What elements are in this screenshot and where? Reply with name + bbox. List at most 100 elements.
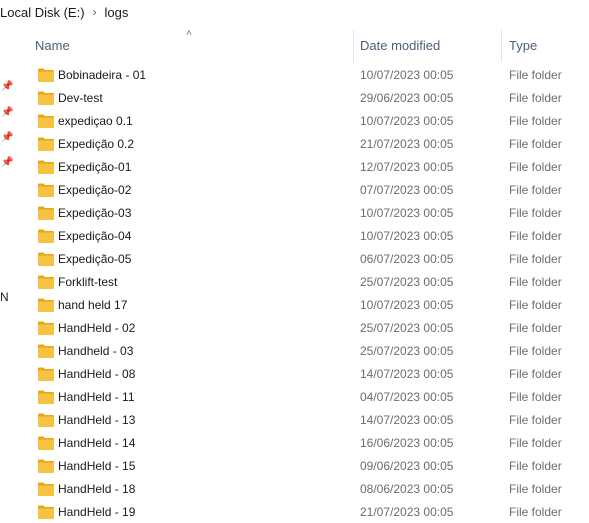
file-date-modified: 10/07/2023 00:05 — [360, 229, 454, 243]
file-row[interactable]: Expedição-02 07/07/2023 00:05 File folder — [26, 179, 589, 202]
folder-icon — [38, 91, 54, 105]
folder-icon — [38, 114, 54, 128]
file-type: File folder — [509, 505, 562, 519]
file-type: File folder — [509, 229, 562, 243]
file-name: Bobinadeira - 01 — [58, 68, 147, 82]
file-row[interactable]: Expedição-03 10/07/2023 00:05 File folder — [26, 202, 589, 225]
breadcrumb: Local Disk (E:) › logs — [0, 0, 589, 25]
column-header-name[interactable]: Name — [35, 26, 353, 64]
file-row[interactable]: Expedição-05 06/07/2023 00:05 File folder — [26, 248, 589, 271]
file-date-modified: 16/06/2023 00:05 — [360, 436, 454, 450]
file-type: File folder — [509, 321, 562, 335]
file-name: expediçao 0.1 — [58, 114, 133, 128]
file-date-modified: 25/07/2023 00:05 — [360, 344, 454, 358]
folder-icon — [38, 160, 54, 174]
file-type: File folder — [509, 252, 562, 266]
file-name: HandHeld - 14 — [58, 436, 136, 450]
folder-icon — [38, 298, 54, 312]
file-type: File folder — [509, 436, 562, 450]
file-date-modified: 21/07/2023 00:05 — [360, 505, 454, 519]
file-name: Forklift-test — [58, 275, 118, 289]
breadcrumb-item-logs[interactable]: logs — [105, 5, 129, 20]
breadcrumb-item-local-disk[interactable]: Local Disk (E:) — [0, 5, 85, 20]
file-type: File folder — [509, 459, 562, 473]
column-header-type[interactable]: Type — [509, 26, 589, 64]
file-date-modified: 08/06/2023 00:05 — [360, 482, 454, 496]
folder-icon — [38, 390, 54, 404]
breadcrumb-chevron-icon[interactable]: › — [93, 5, 97, 19]
file-name: Handheld - 03 — [58, 344, 134, 358]
pin-icon[interactable]: 📌 — [1, 82, 13, 92]
file-date-modified: 21/07/2023 00:05 — [360, 137, 454, 151]
navigation-pane: 📌 📌 📌 📌 N — [0, 26, 16, 523]
file-row[interactable]: HandHeld - 02 25/07/2023 00:05 File folder — [26, 317, 589, 340]
file-name: hand held 17 — [58, 298, 128, 312]
file-name: Expedição-01 — [58, 160, 132, 174]
file-row[interactable]: HandHeld - 15 09/06/2023 00:05 File folder — [26, 455, 589, 478]
file-name: HandHeld - 18 — [58, 482, 136, 496]
file-date-modified: 12/07/2023 00:05 — [360, 160, 454, 174]
file-row[interactable]: hand held 17 10/07/2023 00:05 File folder — [26, 294, 589, 317]
file-type: File folder — [509, 137, 562, 151]
column-header-date-modified[interactable]: Date modified — [360, 26, 500, 64]
file-name: Expedição-05 — [58, 252, 132, 266]
folder-icon — [38, 413, 54, 427]
file-date-modified: 25/07/2023 00:05 — [360, 321, 454, 335]
file-name: Dev-test — [58, 91, 103, 105]
file-row[interactable]: HandHeld - 08 14/07/2023 00:05 File folder — [26, 363, 589, 386]
file-row[interactable]: Forklift-test 25/07/2023 00:05 File folder — [26, 271, 589, 294]
folder-icon — [38, 482, 54, 496]
column-divider[interactable] — [501, 30, 502, 62]
pin-icon[interactable]: 📌 — [1, 133, 13, 143]
file-date-modified: 10/07/2023 00:05 — [360, 68, 454, 82]
folder-icon — [38, 505, 54, 519]
file-row[interactable]: Expedição 0.2 21/07/2023 00:05 File folder — [26, 133, 589, 156]
file-type: File folder — [509, 298, 562, 312]
folder-icon — [38, 275, 54, 289]
file-type: File folder — [509, 413, 562, 427]
file-row[interactable]: HandHeld - 11 04/07/2023 00:05 File folder — [26, 386, 589, 409]
file-row[interactable]: Handheld - 03 25/07/2023 00:05 File folder — [26, 340, 589, 363]
folder-icon — [38, 436, 54, 450]
file-date-modified: 07/07/2023 00:05 — [360, 183, 454, 197]
file-date-modified: 09/06/2023 00:05 — [360, 459, 454, 473]
file-date-modified: 25/07/2023 00:05 — [360, 275, 454, 289]
column-divider[interactable] — [353, 30, 354, 62]
file-type: File folder — [509, 160, 562, 174]
file-type: File folder — [509, 275, 562, 289]
file-row[interactable]: Bobinadeira - 01 10/07/2023 00:05 File fol… — [26, 64, 589, 87]
file-date-modified: 14/07/2023 00:05 — [360, 413, 454, 427]
file-name: HandHeld - 11 — [58, 390, 135, 404]
file-row[interactable]: HandHeld - 13 14/07/2023 00:05 File folder — [26, 409, 589, 432]
file-row[interactable]: Expedição-04 10/07/2023 00:05 File folder — [26, 225, 589, 248]
file-name: HandHeld - 19 — [58, 505, 136, 519]
file-date-modified: 10/07/2023 00:05 — [360, 298, 454, 312]
folder-icon — [38, 68, 54, 82]
file-date-modified: 04/07/2023 00:05 — [360, 390, 454, 404]
file-row[interactable]: Dev-test 29/06/2023 00:05 File folder — [26, 87, 589, 110]
file-name: HandHeld - 15 — [58, 459, 136, 473]
folder-icon — [38, 183, 54, 197]
file-row[interactable]: HandHeld - 19 21/07/2023 00:05 File folder — [26, 501, 589, 523]
file-explorer-window: Local Disk (E:) › logs 📌 📌 📌 📌 N ˄ Name … — [0, 0, 589, 523]
file-type: File folder — [509, 68, 562, 82]
file-list: Bobinadeira - 01 10/07/2023 00:05 File fol… — [26, 64, 589, 523]
folder-icon — [38, 252, 54, 266]
pin-icon[interactable]: 📌 — [1, 158, 13, 168]
column-header: ˄ Name Date modified Type — [26, 26, 589, 64]
nav-item-partial-label[interactable]: N — [0, 290, 9, 304]
file-name: Expedição 0.2 — [58, 137, 135, 151]
pin-icon[interactable]: 📌 — [1, 108, 13, 118]
file-date-modified: 10/07/2023 00:05 — [360, 114, 454, 128]
file-name: Expedição-03 — [58, 206, 132, 220]
file-row[interactable]: Expedição-01 12/07/2023 00:05 File folder — [26, 156, 589, 179]
file-date-modified: 06/07/2023 00:05 — [360, 252, 454, 266]
folder-icon — [38, 229, 54, 243]
file-type: File folder — [509, 91, 562, 105]
file-name: HandHeld - 02 — [58, 321, 136, 335]
file-row[interactable]: HandHeld - 14 16/06/2023 00:05 File folder — [26, 432, 589, 455]
folder-icon — [38, 459, 54, 473]
file-row[interactable]: expediçao 0.1 10/07/2023 00:05 File folder — [26, 110, 589, 133]
folder-icon — [38, 206, 54, 220]
file-row[interactable]: HandHeld - 18 08/06/2023 00:05 File folder — [26, 478, 589, 501]
